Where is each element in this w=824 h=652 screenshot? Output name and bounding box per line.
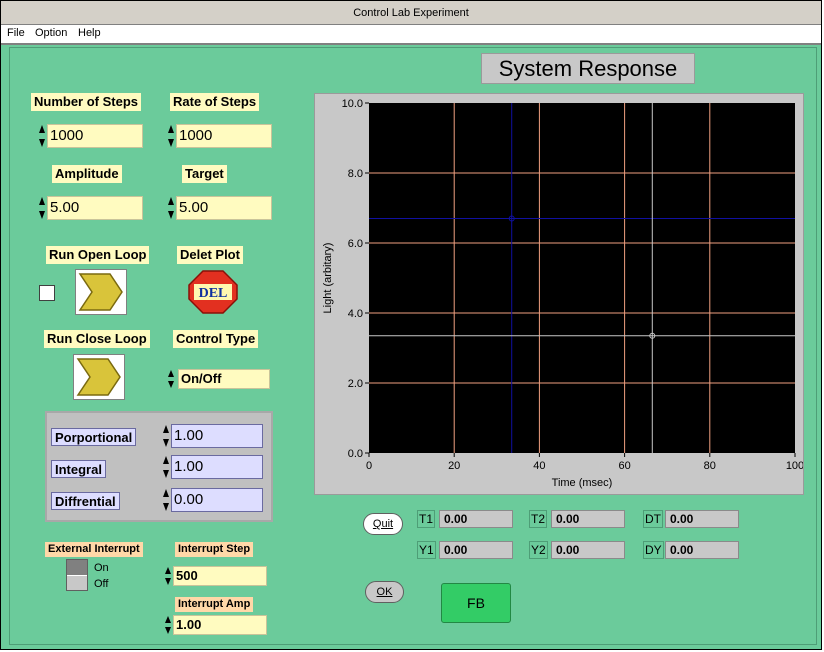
- cursor-y1-value: 0.00: [439, 541, 513, 559]
- cursor-t1-value: 0.00: [439, 510, 513, 528]
- interrupt-amp-input[interactable]: 1.00: [173, 615, 267, 635]
- external-interrupt-label: External Interrupt: [45, 542, 143, 557]
- y-tick-label: 0.0: [348, 448, 363, 460]
- y-tick-label: 4.0: [348, 308, 363, 320]
- amplitude-label: Amplitude: [52, 165, 122, 183]
- ok-button[interactable]: OK: [365, 581, 404, 603]
- title-bar: Control Lab Experiment: [1, 1, 821, 25]
- toggle-off-label: Off: [94, 578, 109, 590]
- x-tick-label: 60: [618, 460, 630, 472]
- stop-sign-icon: DEL: [188, 270, 238, 314]
- proportional-input[interactable]: 1.00: [171, 424, 263, 448]
- control-panel: Number of Steps 1000 Rate of Steps 1000 …: [9, 47, 817, 645]
- x-tick-label: 0: [366, 460, 372, 472]
- open-loop-checkbox[interactable]: [39, 285, 55, 301]
- menu-help[interactable]: Help: [78, 27, 101, 39]
- run-open-loop-label: Run Open Loop: [46, 246, 150, 264]
- y-tick-label: 10.0: [342, 98, 363, 110]
- num-steps-input[interactable]: 1000: [47, 124, 143, 148]
- differential-label: Diffrential: [51, 492, 120, 510]
- x-tick-label: 20: [448, 460, 460, 472]
- external-interrupt-toggle[interactable]: [66, 559, 88, 591]
- rate-steps-input[interactable]: 1000: [176, 124, 272, 148]
- chart-frame: 0 20 40 60 80 100 0.0 2.0 4.0 6.0 8.0 10.0 Time (mse…: [314, 93, 804, 495]
- fb-button[interactable]: FB: [441, 583, 511, 623]
- y-tick-label: 6.0: [348, 238, 363, 250]
- integral-input[interactable]: 1.00: [171, 455, 263, 479]
- x-tick-label: 40: [533, 460, 545, 472]
- cursor-t2-value: 0.00: [551, 510, 625, 528]
- differential-input[interactable]: 0.00: [171, 488, 263, 512]
- interrupt-step-input[interactable]: 500: [173, 566, 267, 586]
- cursor-dt-value: 0.00: [665, 510, 739, 528]
- amplitude-input[interactable]: 5.00: [47, 196, 143, 220]
- amplitude-spinner[interactable]: [39, 196, 46, 220]
- proportional-spinner[interactable]: [163, 424, 170, 448]
- control-type-label: Control Type: [173, 330, 259, 348]
- cursor-t1-label: T1: [417, 510, 436, 528]
- interrupt-amp-spinner[interactable]: [165, 615, 172, 635]
- control-type-spinner[interactable]: [168, 369, 175, 389]
- pid-gains-group: Porportional 1.00 Integral 1.00 Diffrent…: [45, 411, 273, 522]
- menu-option[interactable]: Option: [35, 27, 67, 39]
- x-tick-label: 80: [704, 460, 716, 472]
- delete-plot-button[interactable]: DEL: [187, 269, 239, 315]
- run-close-loop-button[interactable]: [73, 354, 125, 400]
- cursor-dy-label: DY: [643, 541, 664, 559]
- run-open-loop-button[interactable]: [75, 269, 127, 315]
- delet-plot-label: Delet Plot: [177, 246, 243, 264]
- main-window: Control Lab Experiment File Option Help …: [0, 0, 822, 650]
- rate-steps-spinner[interactable]: [168, 124, 175, 148]
- cursor-t2-label: T2: [529, 510, 548, 528]
- toggle-on-label: On: [94, 562, 109, 574]
- integral-label: Integral: [51, 460, 106, 478]
- chart-title: System Response: [481, 53, 695, 84]
- integral-spinner[interactable]: [163, 455, 170, 479]
- window-title: Control Lab Experiment: [353, 7, 469, 19]
- proportional-label: Porportional: [51, 428, 137, 446]
- quit-button[interactable]: Quit: [363, 513, 403, 535]
- differential-spinner[interactable]: [163, 488, 170, 512]
- num-steps-label: Number of Steps: [31, 93, 142, 111]
- cursor-dt-label: DT: [643, 510, 663, 528]
- chevron-right-icon: [78, 273, 123, 311]
- svg-text:DEL: DEL: [199, 286, 228, 301]
- target-input[interactable]: 5.00: [176, 196, 272, 220]
- chevron-right-icon: [76, 358, 121, 396]
- target-label: Target: [182, 165, 227, 183]
- interrupt-step-spinner[interactable]: [165, 566, 172, 586]
- interrupt-amp-label: Interrupt Amp: [175, 597, 254, 612]
- cursor-dy-value: 0.00: [665, 541, 739, 559]
- num-steps-spinner[interactable]: [39, 124, 46, 148]
- y-tick-label: 2.0: [348, 378, 363, 390]
- y-tick-label: 8.0: [348, 168, 363, 180]
- control-type-select[interactable]: On/Off: [178, 369, 270, 389]
- interrupt-step-label: Interrupt Step: [175, 542, 254, 557]
- system-response-chart: 0 20 40 60 80 100 0.0 2.0 4.0 6.0 8.0 10.0 Time (mse…: [322, 98, 804, 489]
- x-axis-label: Time (msec): [552, 477, 613, 489]
- cursor-y2-value: 0.00: [551, 541, 625, 559]
- y-axis-label: Light (arbitary): [322, 243, 334, 314]
- cursor-y1-label: Y1: [417, 541, 436, 559]
- rate-steps-label: Rate of Steps: [170, 93, 260, 111]
- x-tick-label: 100: [786, 460, 803, 472]
- cursor-y2-label: Y2: [529, 541, 548, 559]
- menu-file[interactable]: File: [7, 27, 25, 39]
- menu-bar: File Option Help: [1, 25, 821, 45]
- target-spinner[interactable]: [168, 196, 175, 220]
- run-close-loop-label: Run Close Loop: [44, 330, 150, 348]
- plot-area: [369, 103, 795, 453]
